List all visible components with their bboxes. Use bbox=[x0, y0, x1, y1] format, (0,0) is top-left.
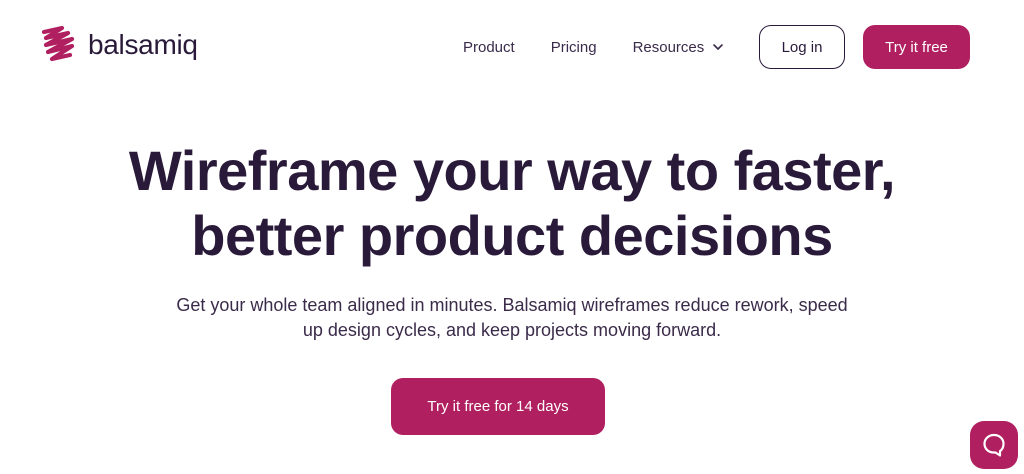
hero-subtitle-line-2: up design cycles, and keep projects movi… bbox=[302, 320, 722, 340]
login-button[interactable]: Log in bbox=[759, 25, 845, 69]
try-it-free-button[interactable]: Try it free bbox=[863, 25, 970, 69]
hero-title-line-2: better product decisions bbox=[191, 204, 833, 267]
chevron-down-icon bbox=[713, 44, 724, 50]
try-free-14-days-button[interactable]: Try it free for 14 days bbox=[391, 378, 605, 435]
hero-title-line-1: Wireframe your way to faster, bbox=[128, 139, 896, 202]
main-nav: Product Pricing Resources bbox=[463, 25, 724, 69]
nav-resources-dropdown[interactable]: Resources bbox=[633, 39, 725, 56]
nav-resources-label: Resources bbox=[632, 38, 705, 56]
balsamiq-scribble-logo-icon bbox=[41, 25, 75, 62]
hero-subtitle: Get your whole team aligned in minutes. … bbox=[0, 293, 1024, 343]
chat-widget-button[interactable] bbox=[970, 421, 1018, 469]
page: balsamiq Product Pricing Resources Log i… bbox=[0, 0, 1024, 474]
nav-product-link[interactable]: Product bbox=[463, 39, 515, 56]
nav-pricing-link[interactable]: Pricing bbox=[551, 39, 597, 56]
chat-bubble-icon bbox=[983, 433, 1005, 457]
site-header: balsamiq Product Pricing Resources Log i… bbox=[0, 0, 1024, 92]
brand-name: balsamiq bbox=[88, 29, 198, 60]
balsamiq-logo-link[interactable]: balsamiq bbox=[38, 24, 198, 68]
hero-subtitle-line-1: Get your whole team aligned in minutes. … bbox=[176, 295, 848, 315]
hero-title: Wireframe your way to faster, better pro… bbox=[0, 138, 1024, 268]
